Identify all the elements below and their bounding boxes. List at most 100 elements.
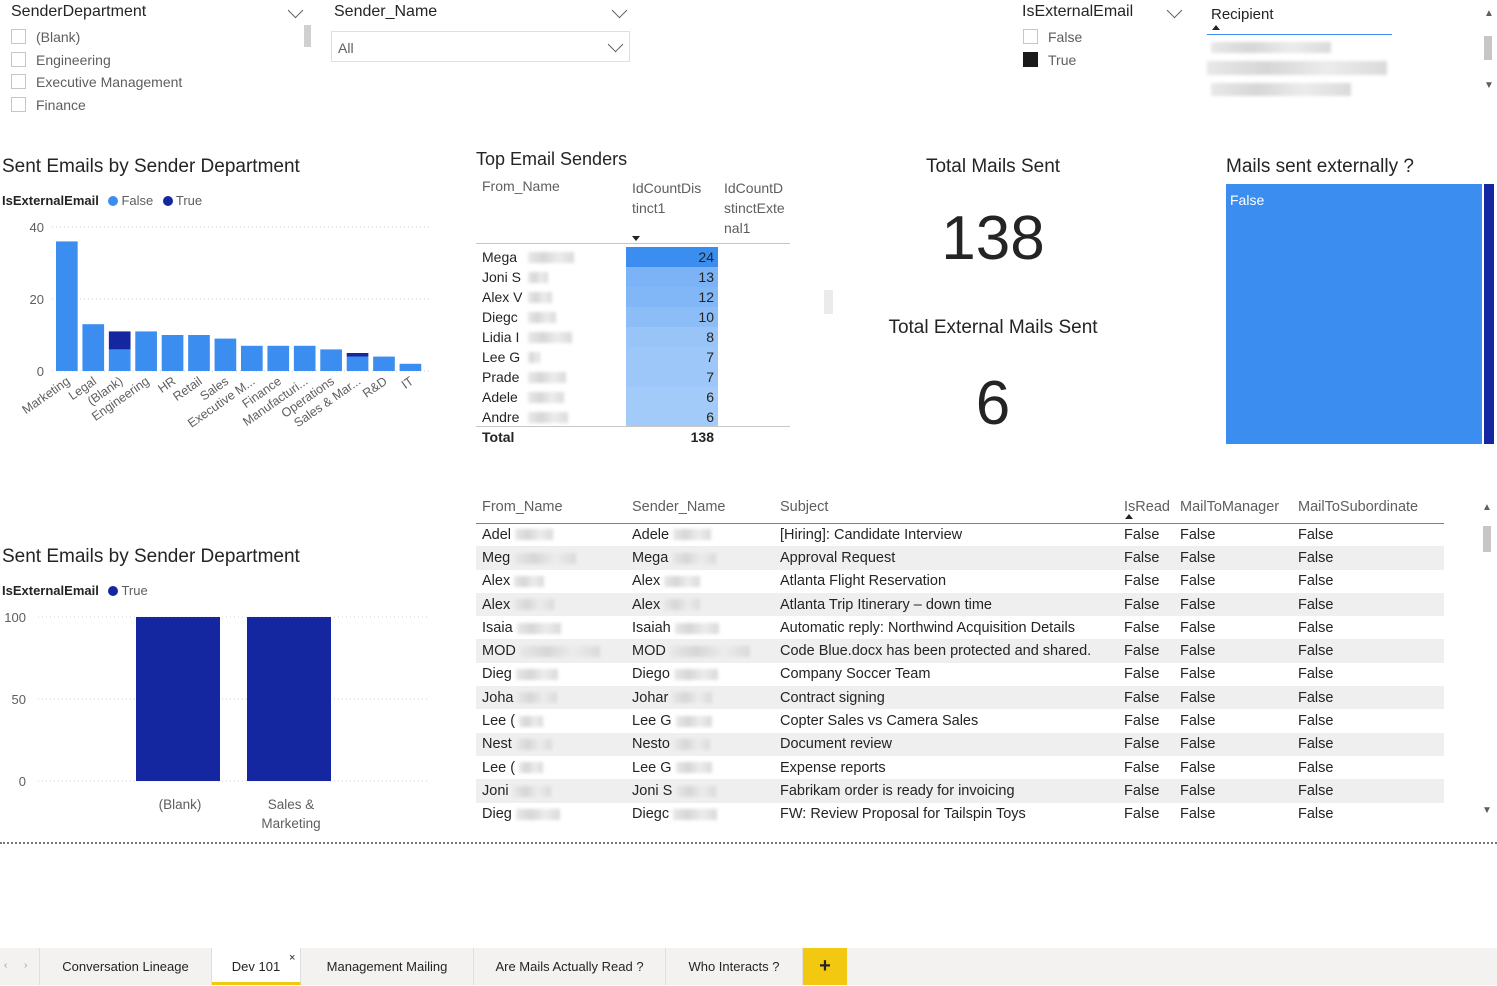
checkbox-icon[interactable] xyxy=(1023,29,1038,44)
sender-department-option[interactable]: Finance xyxy=(11,94,182,117)
top-senders-row[interactable]: Lee G 7 xyxy=(476,347,790,367)
recipient-redacted-item[interactable] xyxy=(1211,42,1331,53)
top-senders-row[interactable]: Lidia I 8 xyxy=(476,327,790,347)
top-senders-header-external[interactable]: IdCountD stinctExte nal1 xyxy=(724,178,785,238)
bar-false[interactable] xyxy=(320,349,342,371)
recipient-redacted-item[interactable] xyxy=(1207,61,1387,75)
table-row[interactable]: Meg Mega Approval Request False False False xyxy=(476,546,1444,570)
bar-false[interactable] xyxy=(188,335,210,371)
tab-conversation-lineage[interactable]: Conversation Lineage xyxy=(40,948,212,985)
sender-department-option[interactable]: Executive Management xyxy=(11,71,182,94)
table-row[interactable]: Isaia Isaiah Automatic reply: Northwind Ac… xyxy=(476,616,1444,639)
top-senders-row[interactable]: Diegc 10 xyxy=(476,307,790,327)
header-mail-to-manager[interactable]: MailToManager xyxy=(1176,491,1294,523)
count-value: 24 xyxy=(698,249,714,265)
top-senders-row[interactable]: Mega 24 xyxy=(476,247,790,267)
sender-department-option[interactable]: (Blank) xyxy=(11,26,182,49)
mail-table-scroll-up-icon[interactable]: ▲ xyxy=(1482,502,1492,513)
top-senders-row[interactable]: Prade 7 xyxy=(476,367,790,387)
bar-false[interactable] xyxy=(108,349,131,371)
treemap-tile-true[interactable] xyxy=(1484,184,1494,444)
table-row[interactable]: Joha Johar Contract signing False False False xyxy=(476,686,1444,710)
top-senders-row[interactable]: Adele 6 xyxy=(476,387,790,407)
top-bar-chart[interactable]: 40200MarketingLegal(Blank)Engineering HRR… xyxy=(0,210,440,440)
external-treemap[interactable]: False xyxy=(1226,184,1494,444)
table-row[interactable]: Lee (Lee G Expense reports False False False xyxy=(476,756,1444,779)
sender-department-option[interactable]: Engineering xyxy=(11,49,182,72)
sort-descending-icon[interactable] xyxy=(632,236,640,241)
table-row[interactable]: Nest Nesto Document review False False False xyxy=(476,732,1444,756)
bar-false[interactable] xyxy=(161,335,184,371)
tab-scroll-left-icon[interactable]: ‹ xyxy=(4,960,7,971)
bar-true[interactable] xyxy=(247,617,331,781)
recipient-list[interactable] xyxy=(1207,40,1387,96)
bar-false[interactable] xyxy=(267,345,290,371)
mail-table-scroll-down-icon[interactable]: ▼ xyxy=(1482,805,1492,816)
recipient-redacted-item[interactable] xyxy=(1211,83,1351,96)
bar-true[interactable] xyxy=(108,331,131,350)
header-sender-name[interactable]: Sender_Name xyxy=(626,491,774,523)
checkbox-icon[interactable] xyxy=(11,74,26,89)
tab-dev-101[interactable]: Dev 101 xyxy=(212,948,301,985)
mail-table-scrollbar-thumb[interactable] xyxy=(1483,526,1491,552)
bar-false[interactable] xyxy=(241,345,263,371)
checkbox-icon[interactable] xyxy=(11,96,26,112)
checkbox-icon[interactable] xyxy=(11,51,26,67)
bottom-bar-chart[interactable]: 100 50 0 (Blank) Sales & Marketing xyxy=(0,600,440,835)
bar-false[interactable] xyxy=(135,331,157,371)
header-mail-to-subordinate[interactable]: MailToSubordinate xyxy=(1294,491,1444,523)
is-external-option[interactable]: False xyxy=(1023,26,1082,49)
cell-subject: Fabrikam order is ready for invoicing xyxy=(774,779,1118,803)
table-row[interactable]: Adel Adele [Hiring]: Candidate Interview Fa… xyxy=(476,523,1444,546)
bar-true[interactable] xyxy=(346,353,369,357)
top-senders-header-from-name[interactable]: From_Name xyxy=(482,178,560,194)
checkbox-icon[interactable] xyxy=(11,29,26,44)
top-senders-scrollbar[interactable] xyxy=(824,290,833,314)
bar-false[interactable] xyxy=(373,356,395,371)
header-from-name[interactable]: From_Name xyxy=(476,491,626,523)
sender-name-chevron-icon[interactable] xyxy=(611,2,628,19)
cell-from: Joni xyxy=(476,779,626,803)
is-external-chevron-icon[interactable] xyxy=(1166,2,1183,19)
checkbox-icon[interactable] xyxy=(1023,51,1038,67)
table-row[interactable]: Alex Alex Atlanta Trip Itinerary – down ti… xyxy=(476,592,1444,617)
bar-false[interactable] xyxy=(56,241,78,371)
sender-name-dropdown[interactable]: All xyxy=(331,31,630,62)
header-subject[interactable]: Subject xyxy=(774,491,1118,523)
table-row[interactable]: Alex Alex Atlanta Flight Reservation False F… xyxy=(476,570,1444,593)
top-senders-row[interactable]: Alex V 12 xyxy=(476,287,790,307)
bar-true[interactable] xyxy=(136,617,220,781)
table-row[interactable]: Joni Joni S Fabrikam order is ready for in… xyxy=(476,779,1444,803)
table-row[interactable]: Lee (Lee G Copter Sales vs Camera Sales Fa… xyxy=(476,709,1444,732)
cell-text: Alex xyxy=(482,573,511,590)
tab-management-mailing[interactable]: Management Mailing xyxy=(301,948,474,985)
treemap-tile-false[interactable] xyxy=(1226,184,1482,444)
count-cell: 7 xyxy=(626,347,718,367)
sort-ascending-icon[interactable] xyxy=(1125,514,1133,519)
tab-are-mails-actually-read[interactable]: Are Mails Actually Read ? xyxy=(474,948,666,985)
recipient-scroll-up-icon[interactable]: ▲ xyxy=(1484,8,1494,19)
recipient-scroll-down-icon[interactable]: ▼ xyxy=(1484,80,1494,91)
is-external-option[interactable]: True xyxy=(1023,49,1082,72)
top-senders-header-count[interactable]: IdCountDis tinct1 xyxy=(632,178,701,218)
bar-false[interactable] xyxy=(293,345,316,371)
top-senders-row[interactable]: Joni S 13 xyxy=(476,267,790,287)
recipient-scrollbar-thumb[interactable] xyxy=(1484,36,1492,60)
close-tab-icon[interactable]: × xyxy=(289,952,295,964)
sender-department-chevron-icon[interactable] xyxy=(287,2,304,19)
add-page-button[interactable]: + xyxy=(803,948,847,985)
bar-false[interactable] xyxy=(346,356,369,371)
sender-department-scrollbar[interactable] xyxy=(304,25,311,47)
tab-who-interacts[interactable]: Who Interacts ? xyxy=(666,948,803,985)
cell-text: False xyxy=(1180,689,1216,706)
top-senders-row[interactable]: Andre 6 xyxy=(476,407,790,427)
sort-ascending-icon[interactable] xyxy=(1212,25,1220,30)
bar-false[interactable] xyxy=(82,324,105,371)
table-row[interactable]: Dieg Diegc FW: Review Proposal for Tailspi… xyxy=(476,803,1444,826)
table-row[interactable]: MOD MOD Code Blue.docx has been protected … xyxy=(476,639,1444,663)
tab-scroll-right-icon[interactable]: › xyxy=(24,960,27,971)
bar-false[interactable] xyxy=(214,338,237,371)
table-row[interactable]: Dieg Diego Company Soccer Team False False Fa… xyxy=(476,663,1444,686)
bar-false[interactable] xyxy=(399,363,422,371)
redacted-text xyxy=(664,575,701,587)
